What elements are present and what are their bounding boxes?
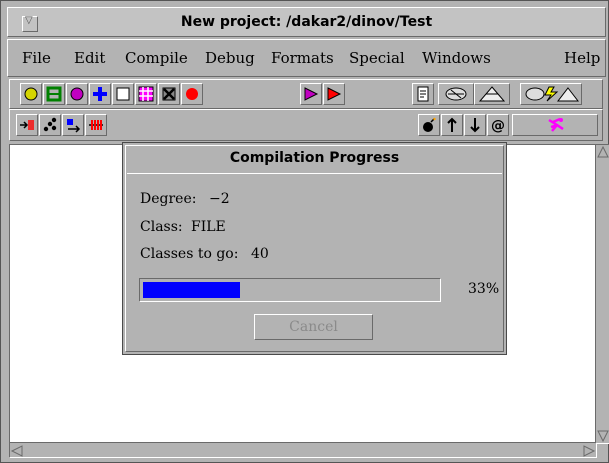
tool-at[interactable]: @ (487, 114, 509, 136)
purple-circle-icon (70, 87, 84, 101)
compilation-progress-dialog: Compilation Progress Degree: −2 Class: F… (122, 142, 507, 355)
classes-to-go-value: 40 (251, 246, 269, 262)
tool-shell[interactable] (438, 83, 474, 105)
red-arrow-bar-icon (20, 120, 34, 130)
tool-green-frame[interactable] (43, 83, 65, 105)
tool-dots[interactable] (39, 114, 61, 136)
tool-red-arrow-bar[interactable] (16, 114, 38, 136)
main-toolbar (9, 79, 603, 109)
tool-red-play[interactable] (323, 83, 345, 105)
secondary-toolbar: @ (9, 109, 603, 141)
tool-crossed-box[interactable] (158, 83, 180, 105)
tool-purple-play[interactable] (300, 83, 322, 105)
grid-icon (138, 86, 154, 102)
hscroll-arrows-icon (10, 445, 596, 457)
tool-document[interactable] (412, 83, 434, 105)
down-arrow-icon (470, 118, 480, 133)
tool-down-arrow[interactable] (464, 114, 486, 136)
tool-purple-circle[interactable] (66, 83, 88, 105)
menu-file[interactable]: File (22, 49, 51, 67)
crossed-box-icon (162, 87, 176, 101)
red-dot-icon (186, 88, 198, 100)
tool-red-dot[interactable] (181, 83, 203, 105)
progress-fill (143, 282, 240, 298)
window-title: New project: /dakar2/dinov/Test (180, 14, 433, 30)
degree-label: Degree: (140, 191, 197, 207)
vertical-scrollbar[interactable] (595, 144, 609, 444)
at-icon: @ (491, 118, 505, 133)
up-arrow-icon (447, 117, 457, 132)
menu-help[interactable]: Help (564, 49, 600, 67)
title-divider (127, 173, 502, 174)
cancel-button[interactable]: Cancel (254, 314, 373, 340)
menu-debug[interactable]: Debug (205, 49, 255, 67)
menu-bar: File Edit Compile Debug Formats Special … (7, 39, 606, 77)
main-window: ▽ New project: /dakar2/dinov/Test File E… (0, 0, 609, 463)
classes-to-go-label: Classes to go: (140, 246, 239, 262)
dots-icon (43, 117, 57, 132)
tool-magenta-runner[interactable] (512, 114, 598, 136)
menu-formats[interactable]: Formats (271, 49, 334, 67)
shell-icon (445, 87, 467, 101)
document-icon (417, 86, 429, 102)
tool-empty-box[interactable] (112, 83, 134, 105)
yellow-circle-icon (24, 87, 38, 101)
pyramid-icon (478, 86, 506, 102)
empty-box-icon (116, 87, 130, 101)
tool-yellow-circle[interactable] (20, 83, 42, 105)
class-value: FILE (191, 219, 226, 235)
lightning-icon (525, 86, 579, 102)
title-bar[interactable]: ▽ New project: /dakar2/dinov/Test (7, 7, 606, 37)
horizontal-scrollbar[interactable] (9, 442, 597, 458)
blue-plus-icon (93, 87, 107, 101)
menu-special[interactable]: Special (349, 49, 405, 67)
tool-shell-pyramid[interactable] (520, 83, 582, 105)
dialog-title: Compilation Progress (229, 150, 400, 166)
tool-grid[interactable] (135, 83, 157, 105)
class-label: Class: (140, 219, 183, 235)
green-frame-icon (46, 86, 62, 102)
menu-compile[interactable]: Compile (125, 49, 188, 67)
tool-blue-plus[interactable] (89, 83, 111, 105)
progress-bar (139, 278, 441, 302)
svg-text:@: @ (491, 118, 505, 133)
progress-percent: 33% (468, 281, 500, 297)
degree-value: −2 (209, 191, 230, 207)
bomb-icon (423, 117, 436, 132)
purple-play-icon (304, 87, 319, 101)
tool-red-grid[interactable] (85, 114, 107, 136)
tool-blue-arrow[interactable] (62, 114, 84, 136)
scroll-arrows-icon (597, 145, 609, 443)
tool-bomb[interactable] (418, 114, 440, 136)
tool-up-arrow[interactable] (441, 114, 463, 136)
menu-windows[interactable]: Windows (422, 49, 491, 67)
menu-edit[interactable]: Edit (74, 49, 105, 67)
magenta-runner-icon (548, 117, 564, 132)
blue-arrow-icon (67, 119, 81, 133)
red-grid-icon (89, 120, 103, 130)
red-play-icon (327, 87, 342, 101)
tool-pyramid[interactable] (474, 83, 510, 105)
